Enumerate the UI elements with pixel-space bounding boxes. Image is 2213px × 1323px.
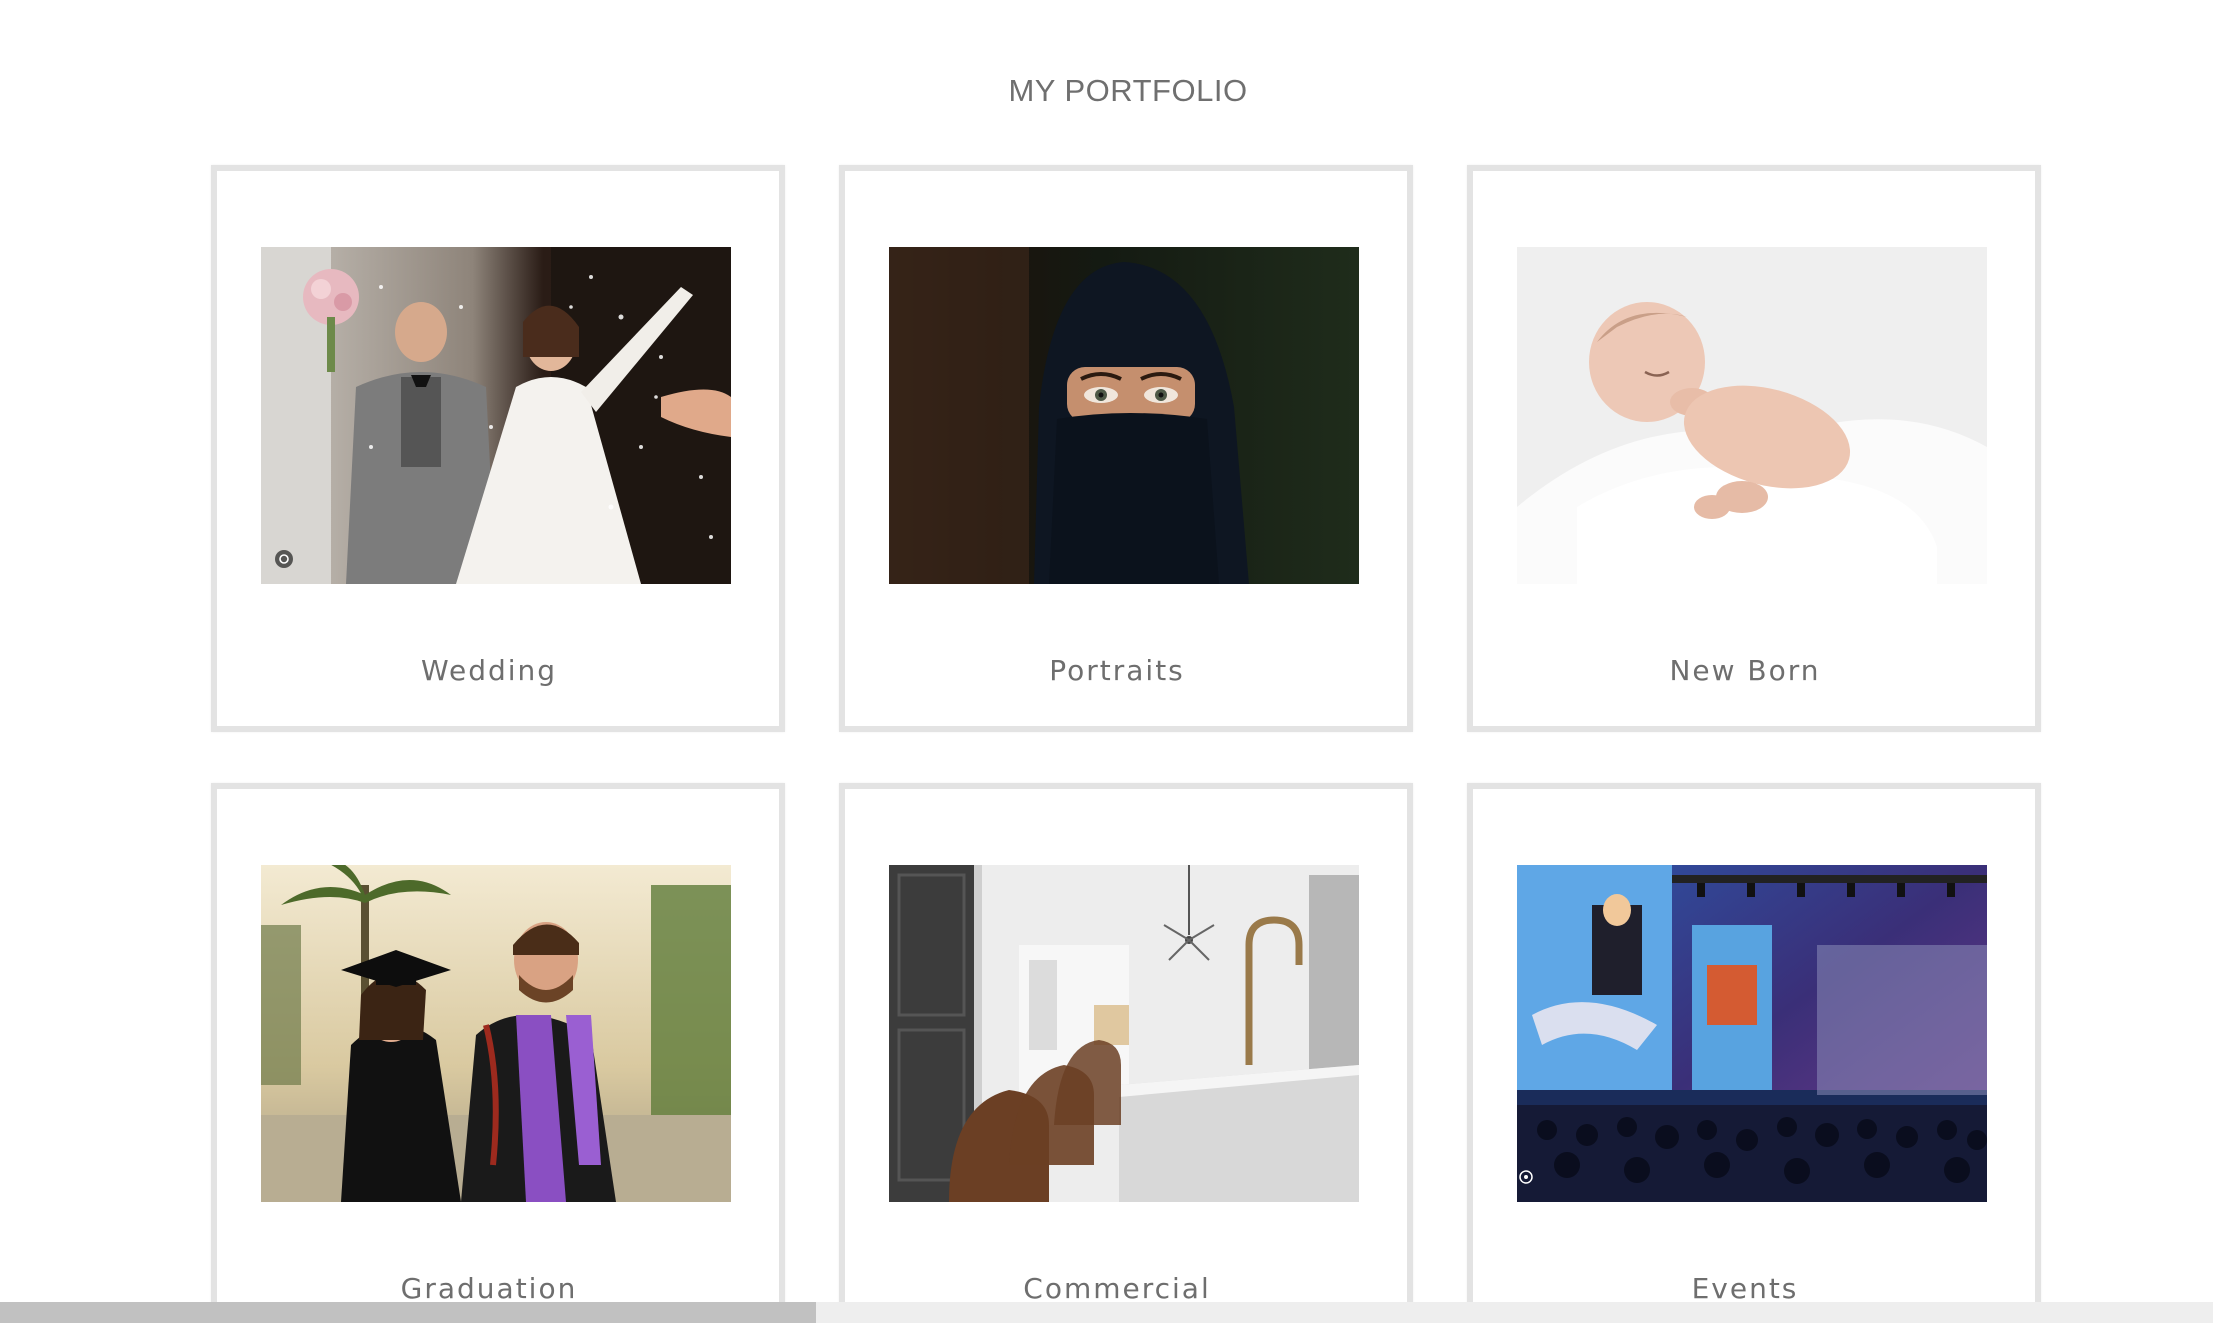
portfolio-card-wedding[interactable]: Wedding: [211, 165, 785, 732]
card-label: New Born: [1669, 654, 1821, 687]
portfolio-card-graduation[interactable]: Graduation: [211, 783, 785, 1323]
portfolio-card-portraits[interactable]: Portraits: [839, 165, 1413, 732]
card-label: Events: [1691, 1272, 1799, 1305]
graduation-image: [261, 865, 731, 1202]
portrait-image: [889, 247, 1359, 584]
section-title: MY PORTFOLIO: [1008, 73, 1248, 108]
portfolio-page: MY PORTFOLIO Wedding Portraits New Born …: [0, 0, 2213, 1323]
portfolio-card-events[interactable]: Events: [1467, 783, 2041, 1323]
newborn-photo[interactable]: [1517, 247, 1987, 584]
commercial-image: [889, 865, 1359, 1202]
commercial-photo[interactable]: [889, 865, 1359, 1202]
events-photo[interactable]: [1517, 865, 1987, 1202]
events-image: [1517, 865, 1987, 1202]
newborn-image: [1517, 247, 1987, 584]
portrait-photo[interactable]: [889, 247, 1359, 584]
portfolio-card-commercial[interactable]: Commercial: [839, 783, 1413, 1323]
card-label: Portraits: [1049, 654, 1185, 687]
wedding-image: [261, 247, 731, 584]
horizontal-scrollbar[interactable]: [0, 1302, 2213, 1323]
card-label: Graduation: [400, 1272, 578, 1305]
portfolio-card-new-born[interactable]: New Born: [1467, 165, 2041, 732]
wedding-photo[interactable]: [261, 247, 731, 584]
card-label: Commercial: [1023, 1272, 1211, 1305]
card-label: Wedding: [420, 654, 558, 687]
scrollbar-thumb[interactable]: [0, 1302, 816, 1323]
graduation-photo[interactable]: [261, 865, 731, 1202]
